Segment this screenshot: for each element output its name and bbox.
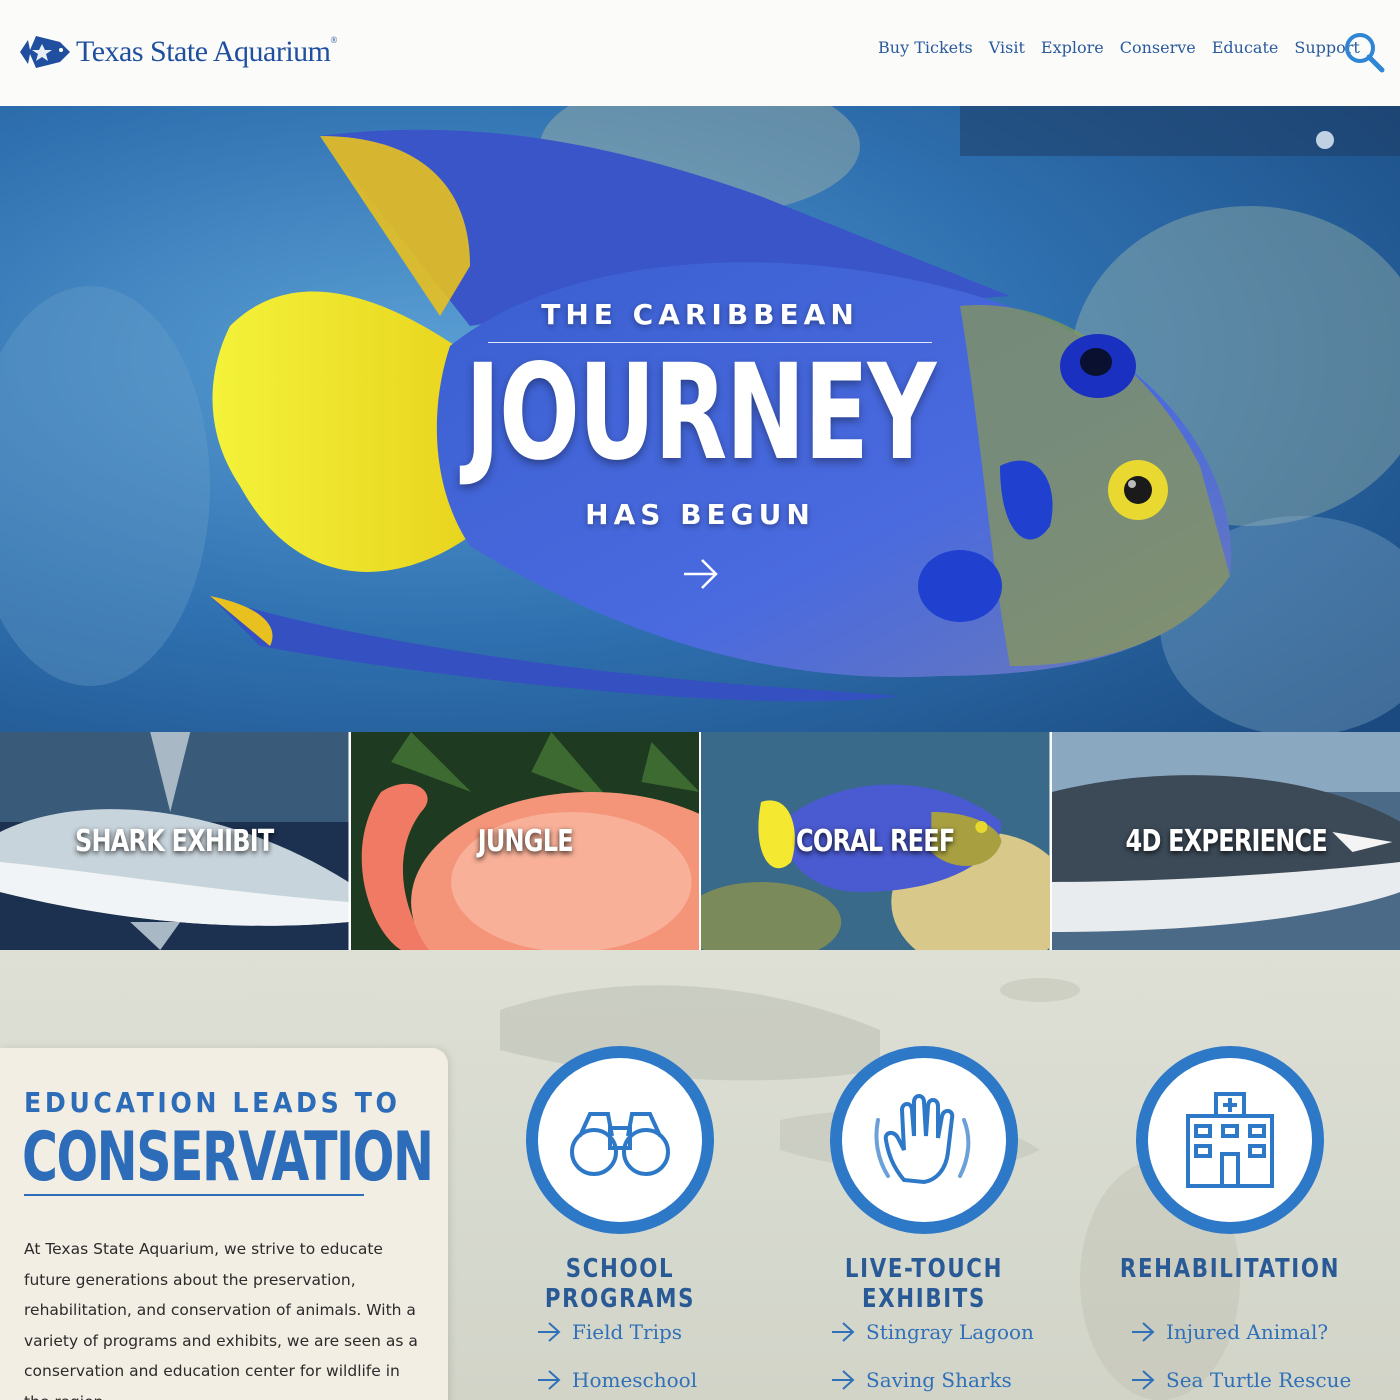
hero-subline: HAS BEGUN (585, 498, 815, 531)
nav-buy-tickets[interactable]: Buy Tickets (878, 38, 973, 57)
brand-name: Texas State Aquarium® (76, 35, 337, 68)
arrow-right-icon[interactable] (680, 554, 720, 594)
program-links: Field Trips Homeschool (536, 1308, 697, 1400)
link-label: Injured Animal? (1166, 1320, 1329, 1344)
arrow-right-icon (832, 1322, 855, 1342)
education-body: At Texas State Aquarium, we strive to ed… (24, 1240, 418, 1400)
link-label: Field Trips (572, 1320, 683, 1344)
program-links: Injured Animal? Sea Turtle Rescue (1130, 1308, 1351, 1400)
tile-jungle[interactable]: JUNGLE (350, 732, 699, 950)
tile-4d-experience[interactable]: 4D EXPERIENCE (1051, 732, 1400, 950)
site-header: Texas State Aquarium® Buy Tickets Visit … (0, 0, 1400, 106)
tile-label: JUNGLE (477, 824, 573, 859)
tile-coral-reef[interactable]: CORAL REEF (701, 732, 1050, 950)
link-stingray-lagoon[interactable]: Stingray Lagoon (830, 1308, 1034, 1356)
link-label: Homeschool (572, 1368, 698, 1392)
nav-visit[interactable]: Visit (989, 38, 1025, 57)
education-title: CONSERVATION (22, 1118, 434, 1197)
hero-kicker: THE CARIBBEAN (541, 298, 859, 331)
nav-conserve[interactable]: Conserve (1120, 38, 1196, 57)
education-divider (24, 1194, 364, 1196)
link-label: Saving Sharks (866, 1368, 1012, 1392)
arrow-right-icon (1132, 1322, 1155, 1342)
search-icon[interactable] (1342, 30, 1386, 74)
hospital-icon (1186, 1092, 1274, 1188)
link-sea-turtle-rescue[interactable]: Sea Turtle Rescue (1130, 1356, 1351, 1400)
hero-headline: JOURNEY (465, 336, 936, 490)
exhibit-tiles: SHARK EXHIBIT JUNGLE CORAL REEF 4D EXPER… (0, 732, 1400, 950)
program-circle[interactable] (526, 1046, 714, 1234)
education-section: EDUCATION LEADS TO CONSERVATION At Texas… (0, 950, 1400, 1400)
hand-icon (874, 1094, 971, 1185)
program-circle[interactable] (830, 1046, 1018, 1234)
main-nav: Buy Tickets Visit Explore Conserve Educa… (878, 38, 1360, 57)
link-field-trips[interactable]: Field Trips (536, 1308, 697, 1356)
program-title: SCHOOL PROGRAMS (544, 1254, 696, 1314)
education-card: EDUCATION LEADS TO CONSERVATION At Texas… (0, 1048, 448, 1400)
binoculars-icon (570, 1112, 670, 1176)
arrow-right-icon (538, 1370, 561, 1390)
arrow-right-icon (538, 1322, 561, 1342)
hero-banner: THE CARIBBEAN JOURNEY HAS BEGUN (0, 106, 1400, 732)
nav-explore[interactable]: Explore (1041, 38, 1104, 57)
nav-educate[interactable]: Educate (1212, 38, 1279, 57)
program-title: LIVE-TOUCH EXHIBITS (844, 1254, 1004, 1314)
program-title: REHABILITATION (1119, 1254, 1341, 1284)
arrow-right-icon (832, 1370, 855, 1390)
link-injured-animal[interactable]: Injured Animal? (1130, 1308, 1351, 1356)
link-homeschool[interactable]: Homeschool (536, 1356, 697, 1400)
link-label: Sea Turtle Rescue (1166, 1368, 1352, 1392)
link-saving-sharks[interactable]: Saving Sharks (830, 1356, 1034, 1400)
tile-label: 4D EXPERIENCE (1125, 824, 1327, 859)
tile-shark-exhibit[interactable]: SHARK EXHIBIT (0, 732, 349, 950)
tile-label: CORAL REEF (796, 824, 955, 859)
site-logo[interactable]: Texas State Aquarium® (16, 30, 337, 74)
hero-text-block: THE CARIBBEAN JOURNEY HAS BEGUN (0, 106, 1400, 732)
arrow-right-icon (1132, 1370, 1155, 1390)
fish-logo-icon (20, 36, 70, 68)
education-kicker: EDUCATION LEADS TO (24, 1086, 401, 1119)
tile-label: SHARK EXHIBIT (74, 824, 274, 859)
program-circle[interactable] (1136, 1046, 1324, 1234)
link-label: Stingray Lagoon (866, 1320, 1034, 1344)
program-links: Stingray Lagoon Saving Sharks (830, 1308, 1034, 1400)
